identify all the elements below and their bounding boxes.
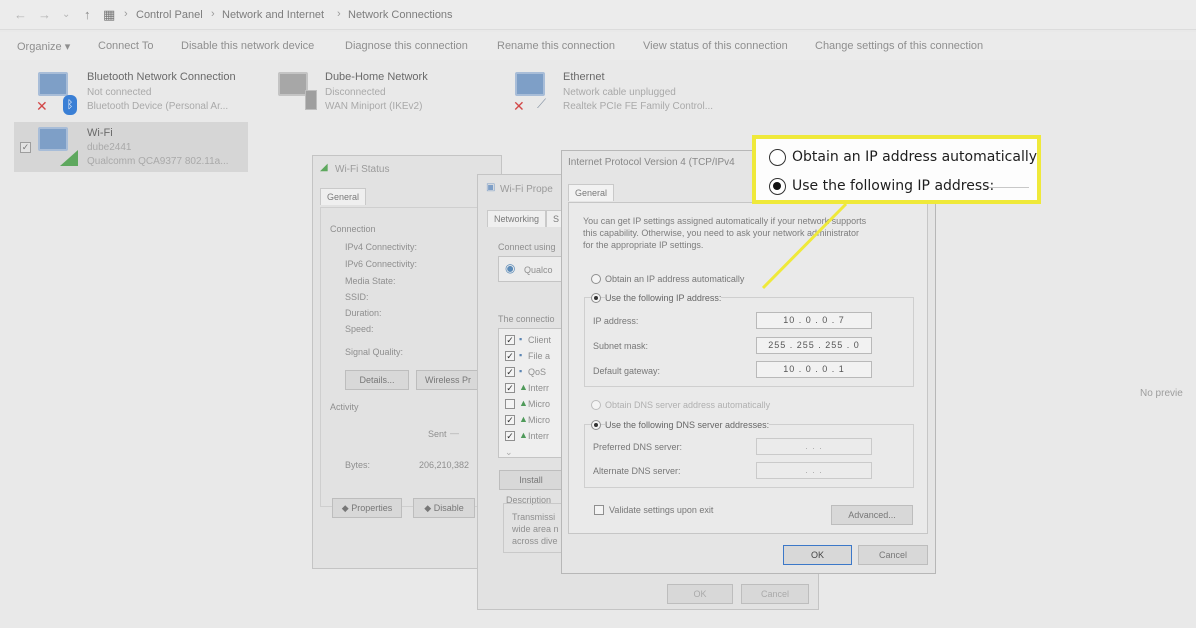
callout-connector bbox=[761, 202, 848, 290]
callout-obtain-auto-radio bbox=[769, 149, 786, 166]
callout-obtain-auto-label: Obtain an IP address automatically bbox=[792, 149, 1038, 165]
callout-use-following-label: Use the following IP address: bbox=[792, 178, 995, 194]
callout-divider bbox=[989, 187, 1029, 188]
callout-use-following-radio bbox=[769, 178, 786, 195]
callout-arrow-line bbox=[761, 202, 848, 290]
